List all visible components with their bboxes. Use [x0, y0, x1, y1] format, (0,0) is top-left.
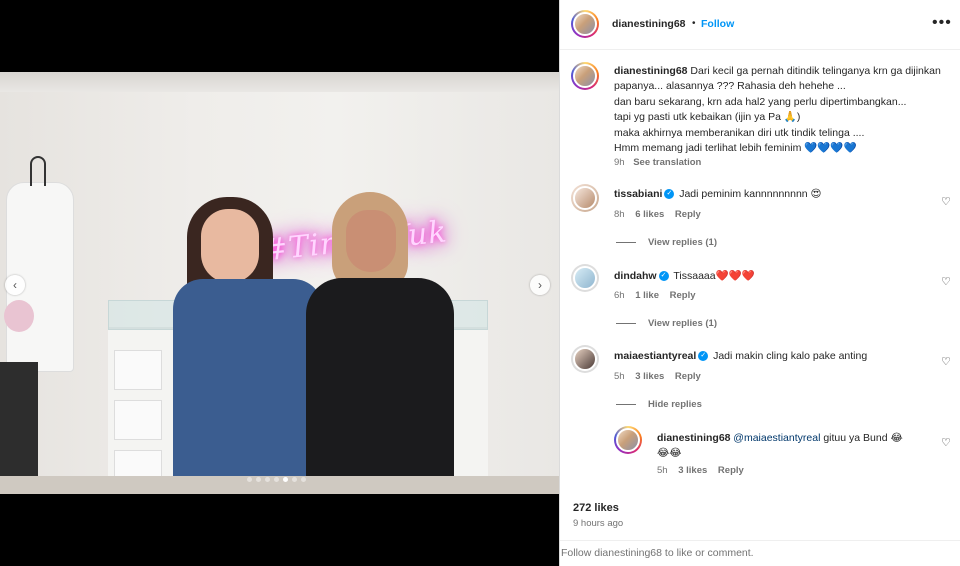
- reply-row: dianestining68 @maiaestiantyreal gituu y…: [657, 431, 927, 461]
- comment-row: tissabiani ✓ Jadi peminim kannnnnnnnn 😍: [614, 188, 822, 200]
- photo-cabinet: [0, 362, 38, 494]
- caption-text-2: dan baru sekarang, krn ada hal2 yang per…: [614, 95, 907, 108]
- chevron-left-icon: ‹: [13, 278, 17, 292]
- carousel-indicator: [247, 477, 306, 482]
- reply-time[interactable]: 5h: [657, 465, 668, 476]
- reply-button[interactable]: Reply: [675, 371, 701, 382]
- see-translation-link[interactable]: See translation: [633, 157, 701, 168]
- post-timestamp[interactable]: 9 hours ago: [573, 518, 623, 529]
- comment-time[interactable]: 5h: [614, 371, 625, 382]
- caption-username[interactable]: dianestining68: [614, 65, 688, 77]
- heart-icon[interactable]: ♡: [941, 195, 951, 208]
- person-dress: [306, 278, 454, 494]
- view-replies-label: View replies (1): [648, 318, 717, 329]
- reply-text: gituu ya Bund 😂: [820, 432, 903, 444]
- chevron-right-icon: ›: [538, 278, 542, 292]
- comment-username[interactable]: maiaestiantyreal: [614, 350, 696, 362]
- divider-line: [616, 322, 636, 324]
- verified-badge-icon: ✓: [664, 189, 675, 200]
- person-face: [201, 209, 259, 283]
- view-replies-link[interactable]: View replies (1): [616, 318, 717, 329]
- reply-username[interactable]: dianestining68: [657, 432, 731, 444]
- comment-row: maiaestiantyreal ✓ Jadi makin cling kalo …: [614, 350, 867, 362]
- comment-text: Jadi makin cling kalo pake anting: [713, 350, 868, 362]
- person-face: [346, 210, 396, 272]
- reply-text-2: 😂😂: [657, 447, 682, 459]
- caption-text-3: tapi yg pasti utk kebaikan (ijin ya Pa 🙏…: [614, 111, 801, 124]
- post-side-panel: dianestining68 • Follow ••• dianestining…: [559, 0, 960, 566]
- verified-badge-icon: ✓: [658, 271, 669, 282]
- heart-icon[interactable]: ♡: [941, 355, 951, 368]
- follow-button[interactable]: Follow: [701, 18, 734, 30]
- comment-text: Tissaaaa: [673, 270, 716, 282]
- view-replies-label: View replies (1): [648, 237, 717, 248]
- comment-username[interactable]: dindahw: [614, 270, 657, 282]
- photo-plush-toy: [4, 300, 34, 332]
- hide-replies-label: Hide replies: [648, 399, 702, 410]
- post-username[interactable]: dianestining68: [612, 18, 686, 30]
- hide-replies-link[interactable]: Hide replies: [616, 399, 702, 410]
- photo-drawer: [114, 350, 162, 390]
- post-header: dianestining68 • Follow •••: [560, 0, 960, 50]
- reply-button[interactable]: Reply: [670, 290, 696, 301]
- carousel-next-button[interactable]: ›: [530, 275, 550, 295]
- photo-person-right: [300, 192, 460, 494]
- caption-avatar[interactable]: [571, 62, 599, 90]
- comment-username[interactable]: tissabiani: [614, 188, 662, 200]
- carousel-dot: [301, 477, 306, 482]
- comment-avatar[interactable]: [571, 345, 599, 373]
- comment-hearts: ❤️❤️❤️: [715, 270, 755, 282]
- comment-meta: 6h 1 like Reply: [614, 290, 696, 301]
- post-likes-count[interactable]: 272 likes: [573, 502, 619, 514]
- comment-text: Jadi peminim kannnnnnnnn 😍: [679, 188, 822, 200]
- photo-drawer: [114, 400, 162, 440]
- post-photo[interactable]: #TindikYuk: [0, 72, 559, 494]
- reply-likes[interactable]: 3 likes: [678, 465, 707, 476]
- avatar[interactable]: [571, 10, 599, 38]
- comment-likes[interactable]: 3 likes: [635, 371, 664, 382]
- heart-icon[interactable]: ♡: [941, 275, 951, 288]
- carousel-dot: [265, 477, 270, 482]
- caption-text-4: maka akhirnya memberanikan diri utk tind…: [614, 126, 865, 139]
- comment-likes[interactable]: 6 likes: [635, 209, 664, 220]
- reply-meta: 5h 3 likes Reply: [657, 465, 744, 476]
- login-prompt[interactable]: Follow dianestining68 to like or comment…: [560, 540, 960, 566]
- comment-avatar[interactable]: [571, 264, 599, 292]
- comment-meta: 8h 6 likes Reply: [614, 209, 701, 220]
- carousel-dot: [283, 477, 288, 482]
- post-caption: dianestining68 Dari kecil ga pernah diti…: [614, 64, 944, 156]
- comment-time[interactable]: 6h: [614, 290, 625, 301]
- carousel-dot: [256, 477, 261, 482]
- caption-text-5: Hmm memang jadi terlihat lebih feminim 💙…: [614, 142, 857, 155]
- carousel-dot: [274, 477, 279, 482]
- heart-icon[interactable]: ♡: [941, 436, 951, 449]
- carousel-dot: [247, 477, 252, 482]
- comment-time[interactable]: 8h: [614, 209, 625, 220]
- carousel-prev-button[interactable]: ‹: [5, 275, 25, 295]
- more-options-icon[interactable]: •••: [932, 14, 952, 32]
- verified-badge-icon: ✓: [698, 351, 709, 362]
- photo-hanger: [30, 156, 46, 186]
- comment-avatar[interactable]: [571, 184, 599, 212]
- reply-avatar[interactable]: [614, 426, 642, 454]
- carousel-dot: [292, 477, 297, 482]
- divider-line: [616, 403, 636, 405]
- reply-button[interactable]: Reply: [718, 465, 744, 476]
- reply-button[interactable]: Reply: [675, 209, 701, 220]
- reply-mention[interactable]: @maiaestiantyreal: [733, 432, 820, 444]
- caption-time[interactable]: 9h: [614, 157, 625, 168]
- post-media: #TindikYuk ‹ ›: [0, 0, 559, 566]
- comment-meta: 5h 3 likes Reply: [614, 371, 701, 382]
- comment-likes[interactable]: 1 like: [635, 290, 659, 301]
- view-replies-link[interactable]: View replies (1): [616, 237, 717, 248]
- separator-dot: •: [692, 18, 696, 29]
- caption-meta: 9h See translation: [614, 157, 701, 168]
- photo-ceiling: [0, 72, 559, 92]
- divider-line: [616, 241, 636, 243]
- comment-row: dindahw ✓ Tissaaaa❤️❤️❤️: [614, 269, 755, 282]
